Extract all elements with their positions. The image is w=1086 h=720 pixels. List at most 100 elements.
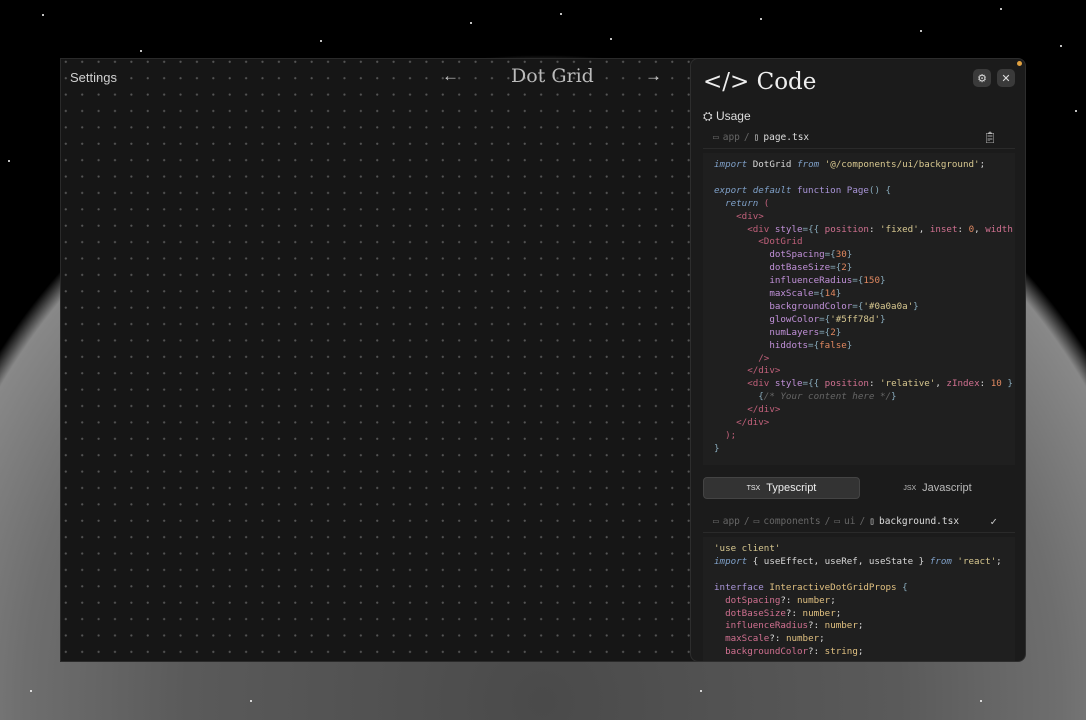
star: [250, 700, 252, 702]
tab-javascript[interactable]: JSX Javascript: [860, 477, 1015, 499]
next-arrow-icon[interactable]: →: [645, 66, 662, 86]
code-token: number: [797, 594, 831, 606]
crumb-sep: /: [824, 516, 831, 527]
code-token: 10: [990, 378, 1002, 390]
code-token: ;: [979, 159, 986, 170]
code-token: zIndex: [946, 378, 980, 390]
code-token: {: [714, 391, 764, 403]
usage-code-block[interactable]: import DotGrid from '@/components/ui/bac…: [703, 153, 1015, 465]
code-token: }: [835, 288, 842, 300]
code-token: DotGrid: [747, 159, 797, 170]
code-token: interface: [714, 581, 764, 593]
code-token: <div: [714, 378, 770, 390]
code-line: export default function Page() {: [714, 185, 1015, 198]
settings-gear-icon[interactable]: ⚙: [973, 69, 991, 87]
code-token: }: [879, 313, 886, 325]
code-token: }: [714, 442, 720, 454]
code-token: <div>: [714, 210, 764, 222]
crumb-dir: app: [722, 132, 740, 143]
clipboard-icon[interactable]: 📋︎: [983, 131, 997, 144]
star: [320, 40, 322, 42]
code-token: style: [769, 223, 803, 235]
code-token: style: [769, 378, 803, 390]
code-token: ={: [813, 288, 825, 300]
code-token: { useEffect, useRef, useState }: [747, 555, 930, 567]
dot-grid-preview[interactable]: Settings ← Dot Grid →: [60, 58, 700, 662]
code-token: influenceRadius: [714, 275, 853, 287]
crumb-dir: app: [722, 516, 740, 527]
tab-typescript[interactable]: TSX Typescript: [703, 477, 860, 499]
code-token: ;: [819, 633, 825, 645]
code-token: ?:: [769, 633, 786, 645]
code-token: ={: [852, 275, 864, 287]
code-token: backgroundColor: [714, 300, 853, 312]
star: [30, 690, 32, 692]
code-token: import: [714, 159, 748, 170]
code-token: '#5ff78d': [830, 313, 880, 325]
code-line: );: [714, 430, 1015, 443]
code-line: <div>: [714, 211, 1015, 224]
code-line: </div>: [714, 365, 1015, 378]
code-token: backgroundColor: [714, 646, 809, 658]
code-line: dotBaseSize?: number;: [714, 608, 1015, 621]
star: [8, 160, 10, 162]
code-token: dotSpacing: [714, 594, 781, 606]
code-token: influenceRadius: [714, 620, 809, 632]
code-token: ,: [935, 378, 947, 390]
code-line: {/* Your content here */}: [714, 391, 1015, 404]
code-token: }: [891, 391, 897, 403]
crumb-sep: /: [743, 516, 750, 527]
code-line: }: [714, 443, 1015, 456]
code-line: 'use client': [714, 543, 1015, 556]
code-token: hiddots: [714, 339, 809, 351]
code-line: backgroundColor={'#0a0a0a'}: [714, 301, 1015, 314]
star: [42, 14, 44, 16]
usage-label: Usage: [715, 109, 751, 123]
code-token: }: [1001, 378, 1013, 390]
code-token: }: [846, 262, 853, 274]
code-line: maxScale={14}: [714, 288, 1015, 301]
code-token: dotBaseSize: [714, 262, 831, 274]
code-token: return: [714, 197, 759, 209]
code-token: string: [824, 646, 858, 658]
code-token: from: [797, 159, 820, 170]
code-token: ;: [830, 594, 836, 606]
code-token: position: [824, 223, 869, 235]
code-token: width: [985, 223, 1013, 235]
settings-link[interactable]: Settings: [70, 70, 117, 85]
notification-dot: [1017, 61, 1022, 66]
code-line: dotSpacing?: number;: [714, 595, 1015, 608]
code-token: maxScale: [714, 633, 770, 645]
code-token: ;: [857, 620, 864, 632]
code-token: numLayers: [714, 326, 820, 338]
code-line: backgroundColor?: string;: [714, 646, 1015, 659]
code-token: number: [785, 633, 820, 645]
check-icon[interactable]: ✓: [990, 515, 997, 528]
source-code-block[interactable]: 'use client' import { useEffect, useRef, …: [703, 537, 1015, 661]
close-icon[interactable]: ✕: [997, 69, 1015, 87]
code-token: maxScale: [714, 288, 814, 300]
code-token: function: [791, 184, 842, 196]
crumb-file: page.tsx: [763, 132, 810, 143]
code-token: glowColor: [714, 313, 820, 325]
code-token: /* Your content here */: [763, 391, 892, 403]
code-token: number: [824, 620, 858, 632]
code-token: {: [896, 581, 908, 593]
code-line: dotSpacing={30}: [714, 249, 1015, 262]
code-panel: </> Code ⚙ ✕ ⛭ Usage ▭ app / ▯ page.tsx 📋︎ …: [690, 58, 1026, 662]
code-token: position: [824, 378, 869, 390]
crumb-sep: /: [859, 516, 866, 527]
code-token: '#0a0a0a': [863, 300, 914, 312]
code-token: dotSpacing: [714, 249, 825, 261]
code-line: />: [714, 353, 1015, 366]
panel-title: </> Code: [703, 69, 817, 95]
code-token: from: [929, 555, 952, 567]
prev-arrow-icon[interactable]: ←: [442, 66, 459, 86]
code-line: glowColor={'#5ff78d'}: [714, 314, 1015, 327]
code-token: number: [802, 607, 836, 619]
code-token: }: [835, 326, 842, 338]
star: [920, 30, 922, 32]
folder-icon: ▭: [753, 516, 760, 527]
code-token: }: [879, 275, 886, 287]
